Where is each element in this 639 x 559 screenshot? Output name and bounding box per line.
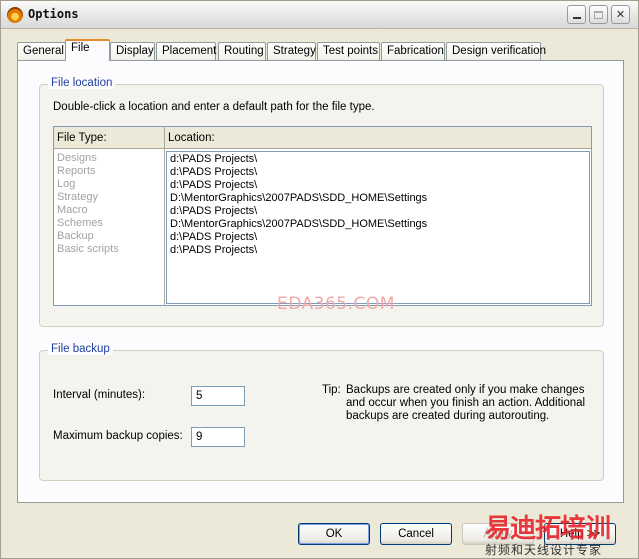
maximize-icon [594, 10, 603, 19]
tab-placement[interactable]: Placement [156, 42, 216, 60]
column-header-location[interactable]: Location: [165, 127, 591, 149]
max-backup-copies-label: Maximum backup copies: [53, 430, 183, 442]
file-type-column: Designs Reports Log Strategy Macro Schem… [54, 149, 165, 305]
location-log[interactable]: d:\PADS Projects\ [170, 179, 257, 192]
tab-display[interactable]: Display [110, 42, 155, 60]
ok-button[interactable]: OK [298, 523, 370, 545]
location-strategy[interactable]: D:\MentorGraphics\2007PADS\SDD_HOME\Sett… [170, 192, 427, 205]
window-title: Options [28, 7, 79, 21]
cancel-button[interactable]: Cancel [380, 523, 452, 545]
title-bar[interactable]: Options ✕ [1, 1, 638, 29]
close-button[interactable]: ✕ [611, 5, 630, 24]
brand-slogan-text: 射频和天线设计专家 [485, 543, 603, 557]
app-logo-icon [7, 7, 23, 23]
location-list: d:\PADS Projects\ d:\PADS Projects\ d:\P… [166, 151, 590, 304]
file-type-schemes: Schemes [57, 217, 103, 229]
minimize-icon [572, 17, 581, 19]
tab-file[interactable]: File [65, 39, 110, 61]
tab-design-verification[interactable]: Design verification [446, 42, 546, 60]
location-basic-scripts[interactable]: d:\PADS Projects\ [170, 244, 257, 257]
file-backup-group: File backup Interval (minutes): 5 Maximu… [39, 343, 604, 481]
file-type-backup: Backup [57, 230, 94, 242]
file-location-title: File location [48, 77, 116, 89]
tab-routing[interactable]: Routing [218, 42, 266, 60]
file-tab-panel: File location Double-click a location an… [17, 60, 624, 503]
max-backup-copies-input[interactable]: 9 [191, 427, 245, 447]
file-type-reports: Reports [57, 165, 96, 177]
close-icon: ✕ [615, 8, 626, 21]
tab-test-points[interactable]: Test points [317, 42, 380, 60]
tip-label: Tip: [322, 384, 341, 396]
minimize-button[interactable] [567, 5, 586, 24]
watermark-text: EDA365.COM [277, 294, 395, 314]
tab-general[interactable]: General [17, 42, 66, 60]
maximize-button [589, 5, 608, 24]
file-type-table: File Type: Location: Designs Reports Log… [53, 126, 592, 306]
tab-fabrication[interactable]: Fabrication [381, 42, 445, 60]
file-type-basic-scripts: Basic scripts [57, 243, 119, 255]
file-backup-title: File backup [48, 343, 113, 355]
location-macro[interactable]: d:\PADS Projects\ [170, 205, 257, 218]
file-type-macro: Macro [57, 204, 88, 216]
tip-text: Backups are created only if you make cha… [346, 384, 586, 422]
file-location-group: File location Double-click a location an… [39, 77, 604, 327]
file-type-log: Log [57, 178, 76, 190]
column-header-file-type[interactable]: File Type: [54, 127, 165, 149]
file-type-designs: Designs [57, 152, 97, 164]
file-location-hint: Double-click a location and enter a defa… [53, 101, 375, 113]
interval-input[interactable]: 5 [191, 386, 245, 406]
location-backup[interactable]: d:\PADS Projects\ [170, 231, 257, 244]
location-designs[interactable]: d:\PADS Projects\ [170, 153, 257, 166]
brand-logo-text: 易迪拓培训 [485, 514, 611, 544]
location-reports[interactable]: d:\PADS Projects\ [170, 166, 257, 179]
options-dialog: Options ✕ General File Display Placement… [0, 0, 639, 559]
tab-strategy[interactable]: Strategy [267, 42, 316, 60]
location-column: d:\PADS Projects\ d:\PADS Projects\ d:\P… [165, 149, 591, 305]
location-schemes[interactable]: D:\MentorGraphics\2007PADS\SDD_HOME\Sett… [170, 218, 427, 231]
file-type-strategy: Strategy [57, 191, 98, 203]
interval-label: Interval (minutes): [53, 389, 146, 401]
